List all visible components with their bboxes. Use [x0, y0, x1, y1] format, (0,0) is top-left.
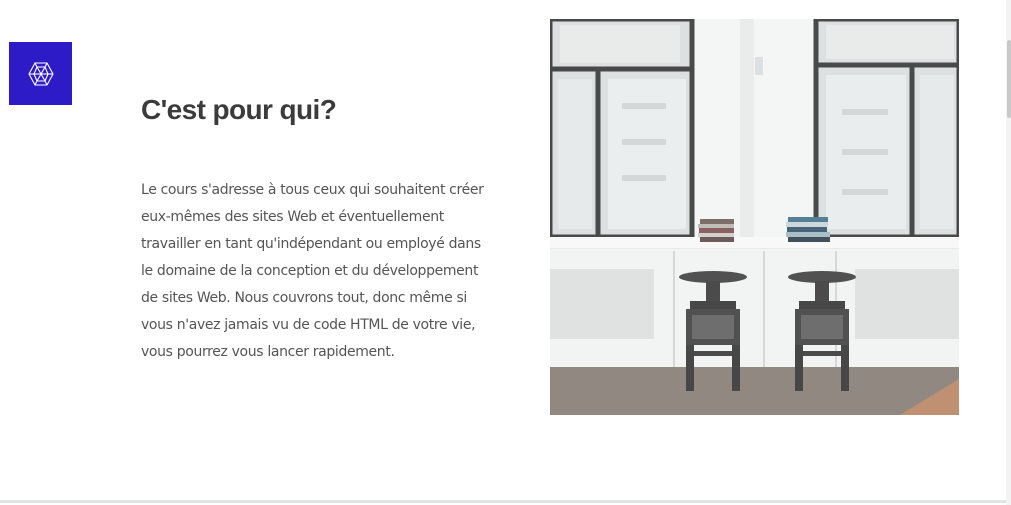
room-photo [550, 19, 959, 415]
section-divider [0, 500, 1006, 503]
section-title: C'est pour qui? [141, 94, 337, 125]
scrollbar-thumb[interactable] [1007, 40, 1011, 118]
brand-logo[interactable] [9, 42, 72, 105]
page: C'est pour qui? Le cours s'adresse à tou… [0, 0, 1006, 505]
vertical-scrollbar[interactable] [1006, 0, 1011, 505]
section-description: Le cours s'adresse à tous ceux qui souha… [141, 182, 484, 360]
geometric-crystal-icon [27, 61, 54, 87]
